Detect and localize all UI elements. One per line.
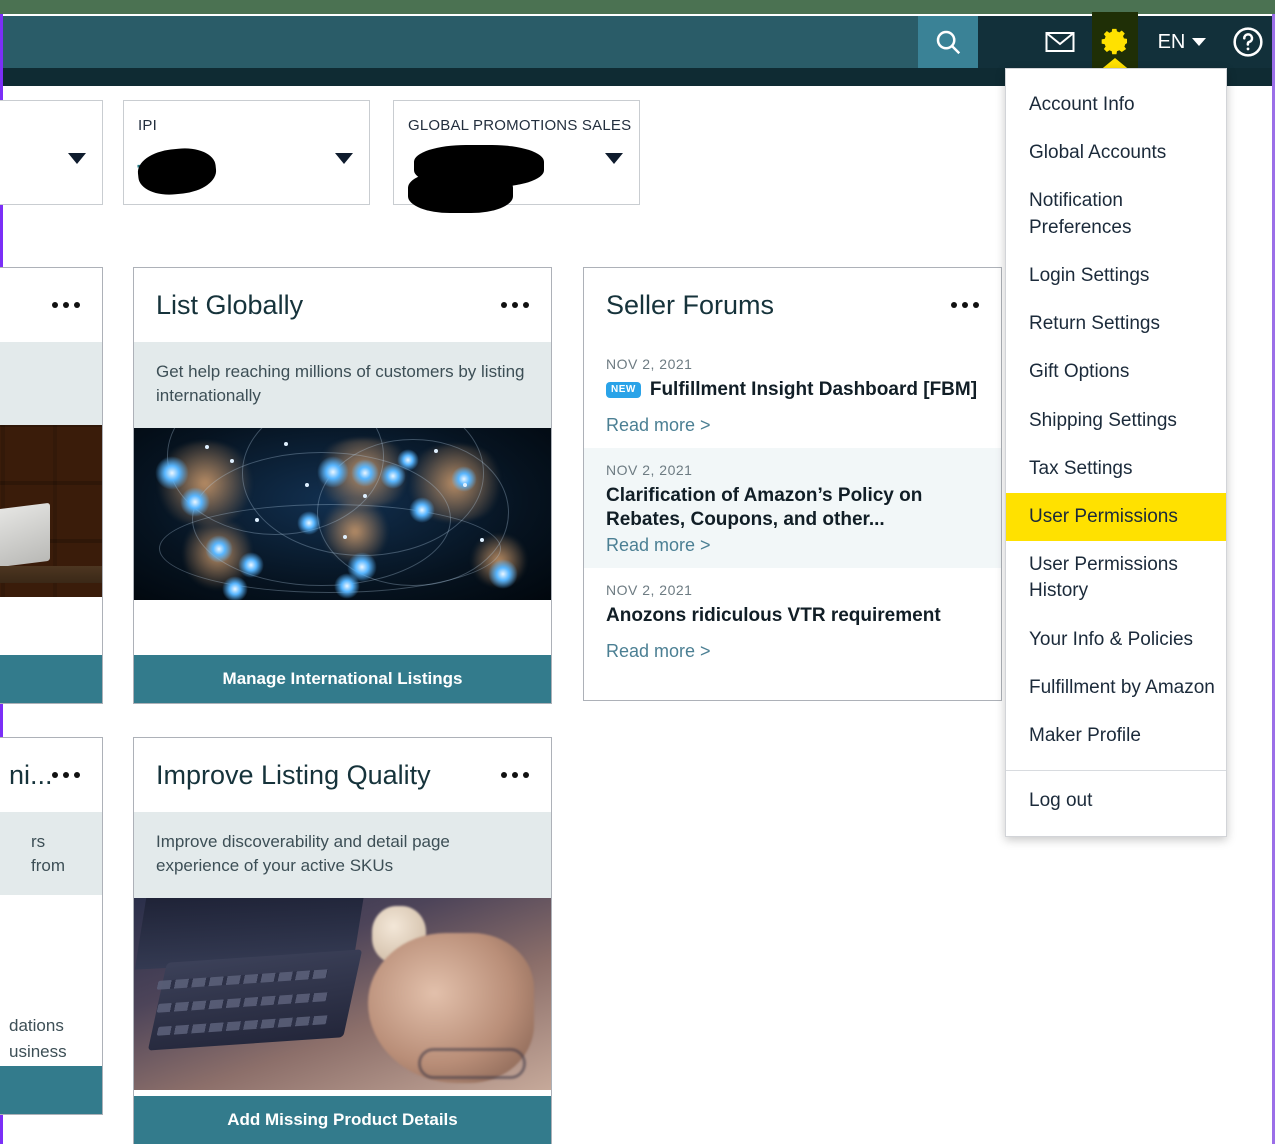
- card-title: Seller Forums: [606, 289, 775, 320]
- overflow-menu-icon[interactable]: [52, 302, 80, 308]
- top-green-strip: [0, 0, 1275, 14]
- overflow-menu-icon[interactable]: [501, 302, 529, 308]
- forum-post[interactable]: NOV 2, 2021 NEW Fulfillment Insight Dash…: [584, 342, 1001, 448]
- card-header: Seller Forums: [584, 268, 1001, 342]
- card-improve-listing-quality[interactable]: Improve Listing Quality Improve discover…: [133, 737, 552, 1144]
- card-seller-forums[interactable]: Seller Forums NOV 2, 2021 NEW Fulfillmen…: [583, 267, 1002, 701]
- menu-item-return-settings[interactable]: Return Settings: [1006, 300, 1226, 348]
- kpi-label: IPI: [138, 117, 157, 134]
- kpi-card-ipi[interactable]: IPI - 551: [123, 100, 370, 205]
- forum-post[interactable]: NOV 2, 2021 Anozons ridiculous VTR requi…: [584, 568, 1001, 674]
- card-title: Improve Listing Quality: [156, 759, 431, 790]
- card-title: List Globally: [156, 289, 304, 320]
- language-label: EN: [1157, 30, 1186, 53]
- chevron-down-icon[interactable]: [605, 153, 623, 164]
- overflow-menu-icon[interactable]: [951, 302, 979, 308]
- menu-item-user-permissions[interactable]: User Permissions: [1006, 492, 1226, 542]
- menu-item-maker-profile[interactable]: Maker Profile: [1006, 712, 1226, 760]
- card-partial-bottom[interactable]: ni... rs from dations usiness: [0, 737, 103, 1115]
- menu-item-account-info[interactable]: Account Info: [1006, 81, 1226, 129]
- kpi-value: - 551: [135, 145, 219, 198]
- search-icon: [936, 30, 961, 55]
- search-button[interactable]: [918, 16, 978, 68]
- card-list-globally[interactable]: List Globally Get help reaching millions…: [133, 267, 552, 704]
- card-subtitle: [0, 342, 102, 425]
- forum-post-title: NEW Fulfillment Insight Dashboard [FBM]: [606, 378, 979, 403]
- card-cta-button[interactable]: Manage International Listings: [134, 655, 551, 703]
- menu-item-login-settings[interactable]: Login Settings: [1006, 252, 1226, 300]
- forum-post-title: Anozons ridiculous VTR requirement: [606, 605, 941, 627]
- menu-item-your-info-and-policies[interactable]: Your Info & Policies: [1006, 616, 1226, 664]
- redaction-mark: [408, 171, 513, 213]
- forum-post-date: NOV 2, 2021: [606, 461, 693, 478]
- card-cta-button[interactable]: [0, 655, 102, 703]
- messages-button[interactable]: [1032, 16, 1088, 68]
- card-subtitle-fragment: rs from: [0, 812, 102, 895]
- body-fragment-line-1: dations: [9, 1016, 64, 1035]
- read-more-link[interactable]: Read more >: [606, 415, 979, 436]
- read-more-link[interactable]: Read more >: [606, 535, 979, 556]
- help-button[interactable]: [1224, 16, 1272, 68]
- card-subtitle: Improve discoverability and detail page …: [134, 812, 551, 899]
- menu-item-shipping-settings[interactable]: Shipping Settings: [1006, 397, 1226, 445]
- card-header: Improve Listing Quality: [134, 738, 551, 812]
- chevron-down-icon: [1192, 38, 1207, 46]
- language-selector[interactable]: EN: [1146, 16, 1218, 68]
- chevron-down-icon[interactable]: [335, 153, 353, 164]
- subtitle-fragment-text: rs from: [31, 832, 65, 876]
- card-cta-button[interactable]: [0, 1066, 102, 1114]
- menu-divider: [1006, 770, 1226, 772]
- card-image-laptop-desk: [134, 898, 551, 1091]
- forum-post-date: NOV 2, 2021: [606, 582, 693, 599]
- card-header: [0, 268, 102, 342]
- card-body-fragment: dations usiness: [0, 895, 102, 1064]
- card-image-boxes-laptop: [0, 425, 102, 597]
- menu-item-fulfillment-by-amazon[interactable]: Fulfillment by Amazon: [1006, 664, 1226, 712]
- body-fragment-line-2: usiness: [9, 1041, 67, 1061]
- menu-item-log-out[interactable]: Log out: [1006, 777, 1226, 825]
- card-partial-top[interactable]: [0, 267, 103, 704]
- menu-item-tax-settings[interactable]: Tax Settings: [1006, 445, 1226, 493]
- mail-icon: [1045, 32, 1075, 52]
- menu-item-notification-preferences[interactable]: Notification Preferences: [1006, 177, 1226, 251]
- menu-item-user-permissions-history[interactable]: User Permissions History: [1006, 541, 1226, 615]
- card-image-world-map: [134, 428, 551, 601]
- card-header: List Globally: [134, 268, 551, 342]
- chevron-down-icon[interactable]: [68, 153, 86, 164]
- card-title-fragment: ni...: [9, 759, 53, 790]
- menu-item-gift-options[interactable]: Gift Options: [1006, 348, 1226, 396]
- overflow-menu-icon[interactable]: [52, 772, 80, 778]
- forum-post-title-text: Fulfillment Insight Dashboard [FBM]: [649, 379, 978, 400]
- header-bar-left: [3, 16, 918, 68]
- card-cta-button[interactable]: Add Missing Product Details: [134, 1096, 551, 1144]
- card-subtitle: Get help reaching millions of customers …: [134, 342, 551, 429]
- read-more-link[interactable]: Read more >: [606, 641, 979, 662]
- settings-dropdown-menu: Account Info Global Accounts Notificatio…: [1005, 68, 1227, 837]
- kpi-label: GLOBAL PROMOTIONS SALES: [408, 117, 632, 134]
- kpi-card-partial[interactable]: [0, 100, 103, 205]
- menu-item-global-accounts[interactable]: Global Accounts: [1006, 129, 1226, 177]
- kpi-card-global-promotions-sales[interactable]: GLOBAL PROMOTIONS SALES: [393, 100, 640, 213]
- forum-post-title: Clarification of Amazon’s Policy on Reba…: [606, 484, 923, 531]
- help-icon: [1233, 27, 1263, 57]
- overflow-menu-icon[interactable]: [501, 772, 529, 778]
- gear-icon: [1101, 28, 1127, 55]
- card-header: ni...: [0, 738, 102, 812]
- forum-post[interactable]: NOV 2, 2021 Clarification of Amazon’s Po…: [584, 447, 1001, 569]
- new-badge: NEW: [606, 382, 641, 398]
- forum-post-date: NOV 2, 2021: [606, 356, 693, 372]
